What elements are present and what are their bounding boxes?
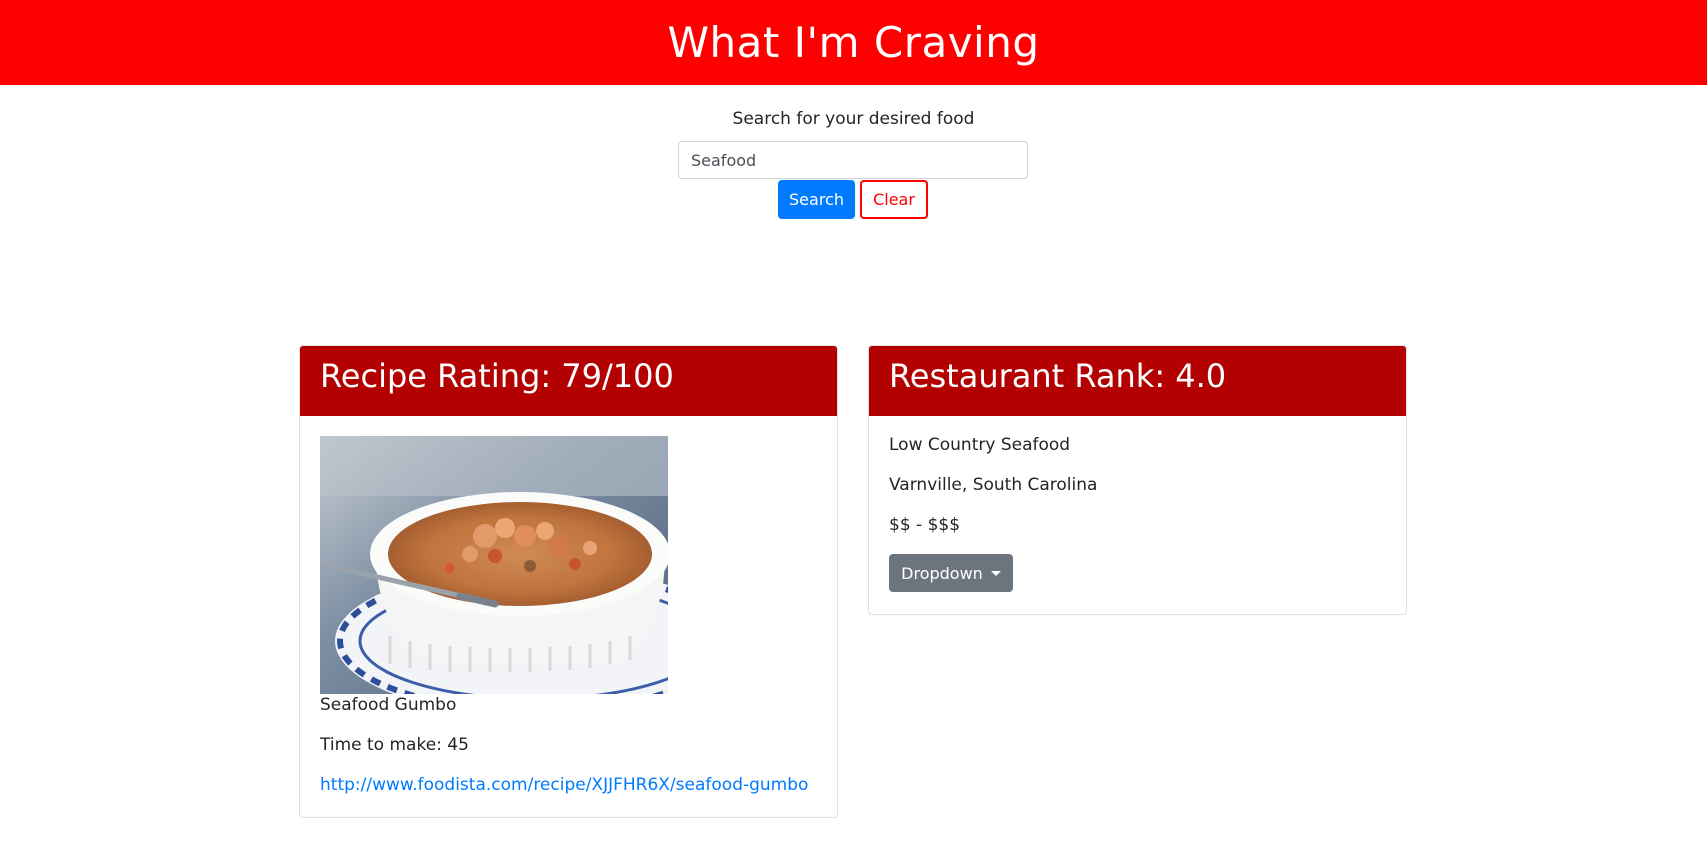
restaurant-location: Varnville, South Carolina [889,475,1098,495]
restaurant-card-header: Restaurant Rank: 4.0 [869,346,1406,416]
recipe-link[interactable]: http://www.foodista.com/recipe/XJJFHR6X/… [320,774,817,796]
site-title: What I'm Craving [667,18,1040,67]
recipe-card: Recipe Rating: 79/100 Seafood Gumbo Time… [299,345,838,818]
site-header: What I'm Craving [0,0,1707,85]
search-button[interactable]: Search [778,180,855,219]
recipe-rating-title: Recipe Rating: 79/100 [320,357,674,395]
caret-down-icon [990,570,1001,576]
recipe-time: Time to make: 45 [320,735,469,755]
restaurant-card: Restaurant Rank: 4.0 Low Country Seafood… [868,345,1407,615]
dropdown-label: Dropdown [901,563,983,583]
recipe-card-header: Recipe Rating: 79/100 [300,346,837,416]
restaurant-rank-title: Restaurant Rank: 4.0 [889,357,1227,395]
search-input[interactable] [678,141,1028,179]
recipe-image [320,436,668,694]
restaurant-card-body: Low Country Seafood Varnville, South Car… [869,416,1406,612]
recipe-name: Seafood Gumbo [320,695,457,715]
dropdown-button[interactable]: Dropdown [889,554,1013,592]
restaurant-price: $$ - $$$ [889,515,961,535]
restaurant-name: Low Country Seafood [889,435,1071,455]
clear-button[interactable]: Clear [860,180,928,219]
seafood-gumbo-photo [320,436,668,694]
search-label: Search for your desired food [732,109,975,129]
recipe-card-body: Seafood Gumbo Time to make: 45 http://ww… [300,416,837,816]
